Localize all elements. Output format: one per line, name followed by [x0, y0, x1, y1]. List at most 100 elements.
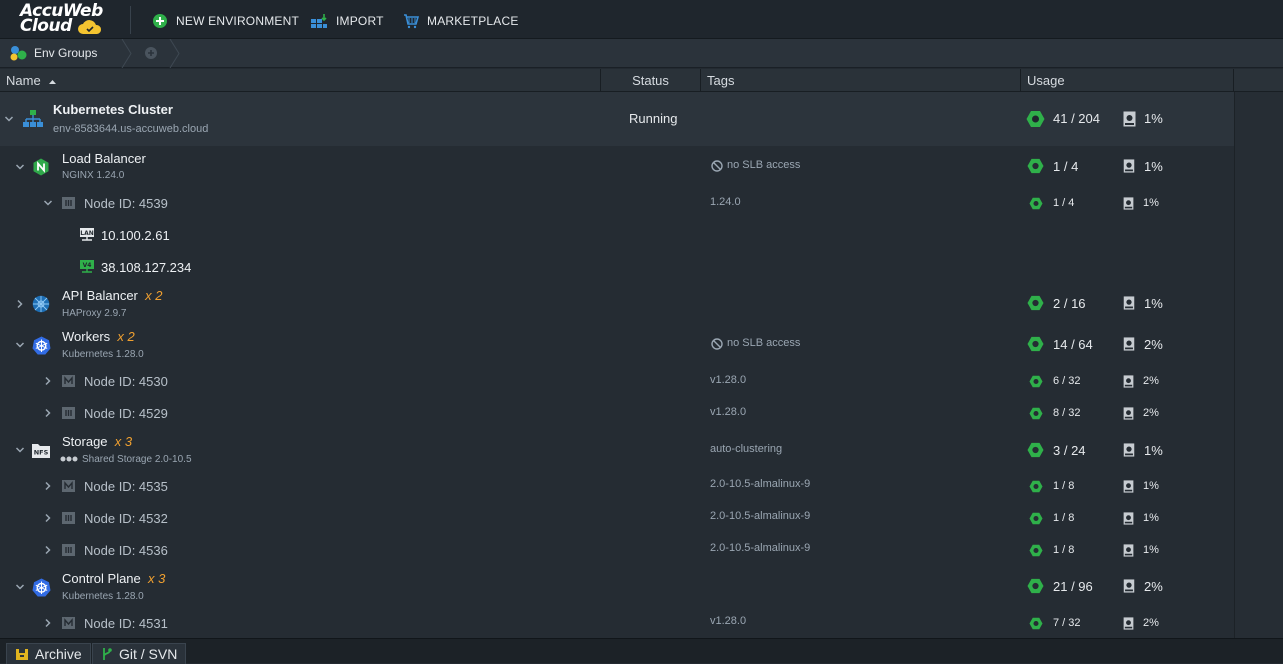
environments-grid: Kubernetes Cluster env-8583644.us-accuwe… — [0, 92, 1234, 638]
marketplace-button[interactable]: MARKETPLACE — [403, 12, 519, 30]
node-cloudlets: 8 / 32 — [1053, 407, 1081, 419]
node-cloudlets: 1 / 4 — [1053, 197, 1075, 209]
toolbar-divider — [130, 6, 131, 34]
expand-chevron-icon[interactable] — [43, 408, 53, 418]
node-disk: 1% — [1143, 480, 1159, 492]
column-header-name[interactable]: Name — [0, 69, 601, 92]
env-groups-breadcrumb[interactable]: Env Groups — [8, 44, 97, 62]
node-disk: 1% — [1143, 512, 1159, 524]
lan-badge-text: LAN — [80, 230, 94, 237]
server-node-icon — [62, 544, 75, 556]
nfs-folder-icon: NFS — [32, 444, 50, 458]
node-group-row-workers[interactable]: Workers x 2 Kubernetes 1.28.0 no SLB acc… — [0, 324, 1234, 361]
node-row[interactable]: Node ID: 4529 v1.28.0 8 / 32 2% — [0, 397, 1234, 429]
control-plane-version: Kubernetes 1.28.0 — [62, 591, 144, 602]
column-header-status[interactable]: Status — [601, 69, 701, 92]
private-ip[interactable]: 10.100.2.61 — [101, 228, 170, 243]
node-group-row-control-plane[interactable]: Control Plane x 3 Kubernetes 1.28.0 21 /… — [0, 566, 1234, 603]
node-cloudlets: 1 / 8 — [1053, 544, 1075, 556]
load-balancer-name: Load Balancer — [62, 151, 146, 166]
node-row[interactable]: Node ID: 4535 2.0-10.5-almalinux-9 1 / 8… — [0, 470, 1234, 502]
workers-cloudlets: 14 / 64 — [1053, 337, 1093, 352]
workers-count: x 2 — [117, 329, 135, 344]
control-plane-cloudlets: 21 / 96 — [1053, 579, 1093, 594]
node-disk: 2% — [1143, 375, 1159, 387]
git-svn-tab[interactable]: Git / SVN — [92, 643, 187, 664]
collapse-chevron-icon[interactable] — [15, 445, 25, 455]
accuweb-logo[interactable]: AccuWeb Cloud — [14, 3, 110, 37]
cloudlets-icon — [1029, 512, 1043, 525]
node-id-label: Node ID: 4539 — [84, 196, 168, 211]
collapse-chevron-icon[interactable] — [15, 582, 25, 592]
environment-cloudlets: 41 / 204 — [1053, 111, 1100, 126]
node-row[interactable]: Node ID: 4532 2.0-10.5-almalinux-9 1 / 8… — [0, 502, 1234, 534]
storage-tag: auto-clustering — [710, 443, 783, 455]
disk-icon — [1123, 512, 1134, 525]
env-groups-icon — [10, 46, 27, 61]
archive-tab[interactable]: Archive — [6, 643, 91, 664]
node-disk: 2% — [1143, 407, 1159, 419]
expand-chevron-icon[interactable] — [43, 545, 53, 555]
node-id-label: Node ID: 4529 — [84, 406, 168, 421]
cloudlets-icon — [1027, 578, 1044, 594]
node-group-row-api-balancer[interactable]: API Balancer x 2 HAProxy 2.9.7 2 / 16 1% — [0, 283, 1234, 320]
disk-icon — [1123, 544, 1134, 557]
ip-row-private[interactable]: LAN 10.100.2.61 — [0, 219, 1234, 251]
cluster-dots-icon — [60, 456, 78, 462]
node-row[interactable]: Node ID: 4536 2.0-10.5-almalinux-9 1 / 8… — [0, 534, 1234, 566]
server-node-icon — [62, 197, 75, 209]
load-balancer-tag: no SLB access — [727, 159, 801, 171]
new-environment-button[interactable]: NEW ENVIRONMENT — [152, 12, 299, 30]
master-node-icon — [62, 480, 75, 492]
collapse-chevron-icon[interactable] — [4, 114, 14, 124]
node-tag: 1.24.0 — [710, 196, 741, 208]
expand-chevron-icon[interactable] — [15, 299, 25, 309]
expand-chevron-icon[interactable] — [43, 376, 53, 386]
node-group-row-storage[interactable]: NFS Storage x 3 Shared Storage 2.0-10.5 … — [0, 429, 1234, 466]
column-header-usage[interactable]: Usage — [1021, 69, 1234, 92]
collapse-chevron-icon[interactable] — [43, 198, 53, 208]
environment-domain[interactable]: env-8583644.us-accuweb.cloud — [53, 123, 208, 135]
ip-row-public[interactable]: V4 38.108.127.234 — [0, 251, 1234, 283]
node-group-row-load-balancer[interactable]: Load Balancer NGINX 1.24.0 no SLB access… — [0, 146, 1234, 183]
node-disk: 1% — [1143, 197, 1159, 209]
node-id-label: Node ID: 4530 — [84, 374, 168, 389]
public-ip[interactable]: 38.108.127.234 — [101, 260, 191, 275]
node-id-label: Node ID: 4536 — [84, 543, 168, 558]
grid-side-panel — [1234, 92, 1283, 638]
cloudlets-icon — [1029, 197, 1043, 210]
disk-icon — [1123, 197, 1134, 210]
master-node-icon — [62, 617, 75, 629]
disk-icon — [1123, 407, 1134, 420]
add-group-icon[interactable] — [144, 46, 158, 60]
environment-disk: 1% — [1144, 111, 1163, 126]
environment-row[interactable]: Kubernetes Cluster env-8583644.us-accuwe… — [0, 92, 1234, 146]
import-button[interactable]: IMPORT — [310, 12, 384, 30]
expand-chevron-icon[interactable] — [43, 481, 53, 491]
cloudlets-icon — [1027, 295, 1044, 311]
collapse-chevron-icon[interactable] — [15, 162, 25, 172]
bottom-panel-tabs: Archive Git / SVN — [0, 638, 1283, 664]
env-groups-bar: Env Groups — [0, 39, 1283, 68]
no-access-icon — [711, 338, 723, 350]
node-row[interactable]: Node ID: 4539 1.24.0 1 / 4 1% — [0, 187, 1234, 219]
node-id-label: Node ID: 4535 — [84, 479, 168, 494]
environment-name[interactable]: Kubernetes Cluster — [53, 102, 173, 117]
lan-icon: LAN — [80, 228, 94, 241]
expand-chevron-icon[interactable] — [43, 513, 53, 523]
expand-chevron-icon[interactable] — [43, 618, 53, 628]
marketplace-label: MARKETPLACE — [427, 14, 519, 28]
sort-ascending-icon — [49, 79, 57, 84]
node-row[interactable]: Node ID: 4531 v1.28.0 7 / 32 2% — [0, 607, 1234, 638]
disk-icon — [1123, 337, 1135, 351]
load-balancer-cloudlets: 1 / 4 — [1053, 159, 1079, 174]
cloudlets-icon — [1027, 442, 1044, 458]
node-disk: 1% — [1143, 544, 1159, 556]
node-row[interactable]: Node ID: 4530 v1.28.0 6 / 32 2% — [0, 365, 1234, 397]
top-toolbar: AccuWeb Cloud NEW ENVIRONMENT IMPORT MAR… — [0, 0, 1283, 39]
column-header-tags[interactable]: Tags — [701, 69, 1021, 92]
no-access-icon — [711, 160, 723, 172]
collapse-chevron-icon[interactable] — [15, 340, 25, 350]
disk-icon — [1123, 617, 1134, 630]
public-ip-badge-text: V4 — [83, 262, 92, 269]
